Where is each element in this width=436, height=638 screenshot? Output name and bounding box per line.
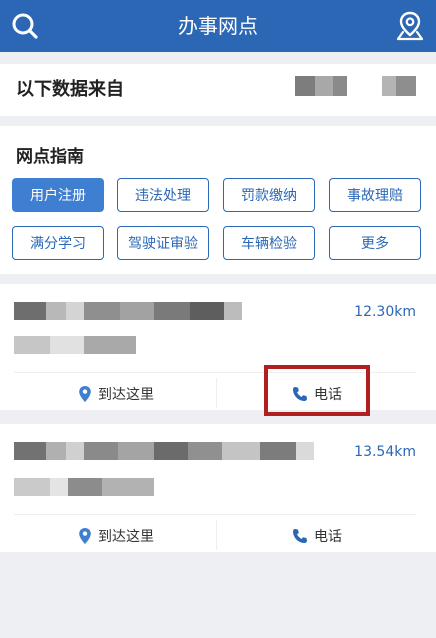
action-separator (216, 520, 217, 550)
page-title: 办事网点 (178, 14, 258, 38)
map-pin-icon (79, 528, 91, 544)
map-pin-icon (79, 386, 91, 402)
chip-violation-handling[interactable]: 违法处理 (117, 178, 209, 212)
navigate-button[interactable]: 到达这里 (78, 384, 154, 404)
chip-accident-claim[interactable]: 事故理赔 (329, 178, 421, 212)
distance-label: 13.54km (354, 444, 416, 460)
chip-vehicle-inspection[interactable]: 车辆检验 (223, 226, 315, 260)
phone-button[interactable]: 电话 (292, 526, 342, 546)
chip-license-review[interactable]: 驾驶证审验 (117, 226, 209, 260)
phone-label: 电话 (314, 529, 342, 545)
navigate-label: 到达这里 (98, 529, 154, 545)
app-header: 办事网点 (0, 0, 436, 52)
action-separator (216, 378, 217, 408)
location-card[interactable]: 13.54km 到达这里 电话 (0, 424, 436, 552)
section-title: 网点指南 (16, 147, 84, 167)
chip-full-score-study[interactable]: 满分学习 (12, 226, 104, 260)
distance-label: 12.30km (354, 304, 416, 320)
chip-user-register[interactable]: 用户注册 (12, 178, 104, 212)
navigate-label: 到达这里 (98, 387, 154, 403)
highlight-box (264, 365, 370, 416)
navigate-button[interactable]: 到达这里 (78, 526, 154, 546)
card-divider (14, 514, 416, 515)
chip-more[interactable]: 更多 (329, 226, 421, 260)
location-card[interactable]: 12.30km 到达这里 电话 (0, 284, 436, 410)
chip-fine-payment[interactable]: 罚款缴纳 (223, 178, 315, 212)
phone-icon (293, 529, 307, 543)
data-source-label: 以下数据来自 (16, 79, 124, 100)
location-button[interactable] (392, 9, 428, 43)
data-source-row: 以下数据来自 (0, 64, 436, 116)
service-guide-section: 网点指南 用户注册 违法处理 罚款缴纳 事故理赔 满分学习 驾驶证审验 车辆检验… (0, 126, 436, 274)
location-pin-icon (396, 11, 424, 41)
